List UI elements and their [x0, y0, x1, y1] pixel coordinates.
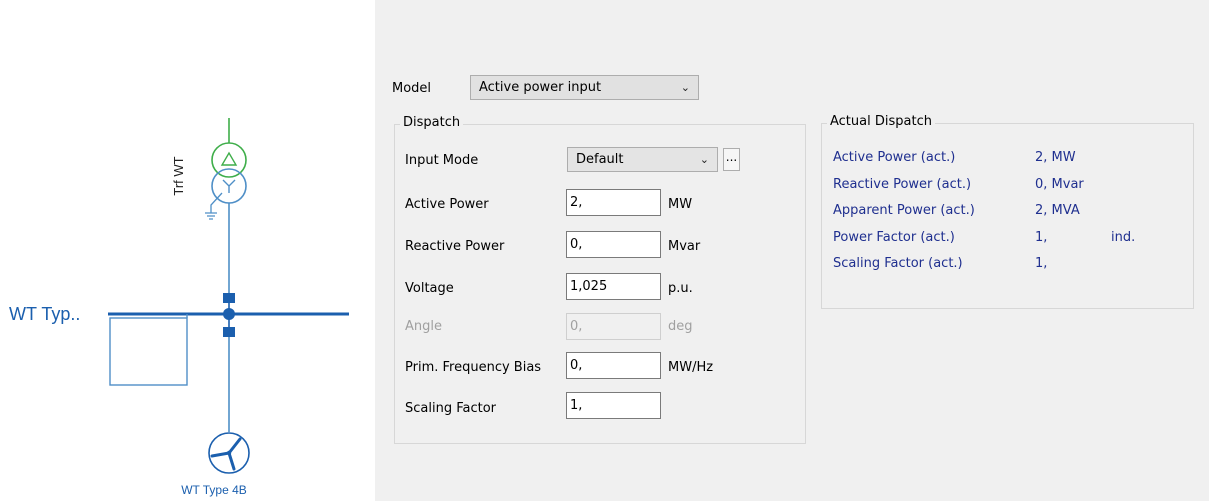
reactive-power-input[interactable]: 0,	[566, 231, 661, 258]
reactive-power-unit: Mvar	[668, 239, 701, 254]
actual-row-label: Apparent Power (act.)	[833, 203, 975, 218]
scaling-factor-label: Scaling Factor	[405, 401, 497, 416]
actual-row-label: Scaling Factor (act.)	[833, 256, 963, 271]
voltage-unit: p.u.	[668, 281, 693, 296]
active-power-unit: MW	[668, 197, 693, 212]
wind-turbine-icon[interactable]	[208, 432, 250, 474]
active-power-label: Active Power	[405, 197, 489, 212]
actual-dispatch-title: Actual Dispatch	[827, 114, 935, 129]
dispatch-group-title: Dispatch	[400, 115, 464, 130]
voltage-input[interactable]: 1,025	[566, 273, 661, 300]
input-mode-browse-button[interactable]: ...	[723, 148, 740, 171]
input-mode-label: Input Mode	[405, 153, 479, 168]
model-label: Model	[392, 81, 432, 96]
actual-row-value: 2, MVA	[1035, 203, 1080, 218]
angle-label: Angle	[405, 319, 442, 334]
transformer-symbol[interactable]	[205, 142, 247, 220]
busbar-label: WT Typ..	[9, 304, 80, 324]
voltage-label: Voltage	[405, 281, 454, 296]
chevron-down-icon: ⌄	[699, 153, 709, 166]
freq-bias-label: Prim. Frequency Bias	[405, 360, 542, 375]
freq-bias-input[interactable]: 0,	[566, 352, 661, 379]
chevron-down-icon: ⌄	[680, 81, 690, 94]
reactive-power-label: Reactive Power	[405, 239, 505, 254]
transformer-label: Trf WT	[171, 156, 186, 195]
actual-row-value: 1,	[1035, 230, 1048, 245]
element-dialog-panel: Model Active power input ⌄ Dispatch Inpu…	[375, 0, 1209, 501]
breaker-top[interactable]	[223, 293, 235, 303]
actual-row-label: Active Power (act.)	[833, 150, 956, 165]
busbar-box	[109, 317, 188, 386]
angle-unit: deg	[668, 319, 693, 334]
actual-row-value: 2, MW	[1035, 150, 1076, 165]
input-mode-select[interactable]: Default ⌄	[567, 147, 718, 172]
actual-row-value: 1,	[1035, 256, 1048, 271]
breaker-bottom[interactable]	[223, 327, 235, 337]
single-line-diagram: Trf WT WT Typ.. WT Type 4B	[9, 118, 349, 497]
actual-row-label: Power Factor (act.)	[833, 230, 955, 245]
model-select[interactable]: Active power input ⌄	[470, 75, 699, 100]
actual-row-value: 0, Mvar	[1035, 177, 1084, 192]
model-select-value: Active power input	[479, 80, 602, 95]
actual-row-extra: ind.	[1111, 230, 1136, 245]
generator-label: WT Type 4B	[181, 483, 247, 497]
angle-input: 0,	[566, 313, 661, 340]
input-mode-value: Default	[576, 152, 624, 167]
active-power-input[interactable]: 2,	[566, 189, 661, 216]
freq-bias-unit: MW/Hz	[668, 360, 714, 375]
actual-row-label: Reactive Power (act.)	[833, 177, 972, 192]
scaling-factor-input[interactable]: 1,	[566, 392, 661, 419]
